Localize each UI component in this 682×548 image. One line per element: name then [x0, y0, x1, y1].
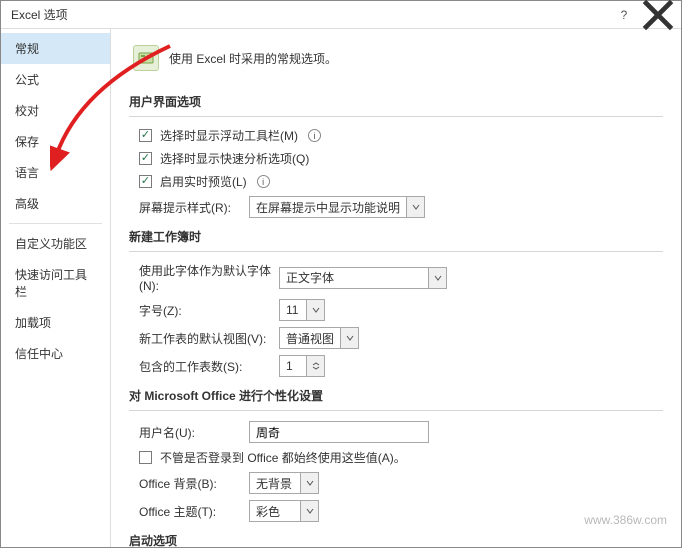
check-quick-analysis-label: 选择时显示快速分析选项(Q)	[160, 150, 309, 167]
check-always-use-label: 不管是否登录到 Office 都始终使用这些值(A)。	[160, 449, 406, 466]
default-view-select[interactable]: 普通视图	[279, 327, 359, 349]
username-row: 用户名(U):	[139, 421, 663, 443]
office-theme-value: 彩色	[250, 503, 300, 520]
check-live-preview-row: 启用实时预览(L) i	[139, 173, 663, 190]
default-font-select[interactable]: 正文字体	[279, 267, 447, 289]
tooltip-style-row: 屏幕提示样式(R): 在屏幕提示中显示功能说明	[139, 196, 663, 218]
options-dialog: Excel 选项 ? 常规 公式 校对 保存 语言 高级 自定义功能区 快速访问…	[0, 0, 682, 548]
sheet-count-value: 1	[280, 359, 306, 373]
sidebar-item-formulas[interactable]: 公式	[1, 64, 110, 95]
section-new-workbook: 新建工作簿时	[129, 224, 663, 249]
font-size-select[interactable]: 11	[279, 299, 325, 321]
check-live-preview[interactable]	[139, 175, 152, 188]
intro-row: 使用 Excel 时采用的常规选项。	[133, 45, 663, 71]
sidebar-item-addins[interactable]: 加载项	[1, 307, 110, 338]
dialog-title: Excel 选项	[11, 6, 607, 23]
default-view-row: 新工作表的默认视图(V): 普通视图	[139, 327, 663, 349]
divider	[129, 410, 663, 411]
info-icon[interactable]: i	[257, 175, 270, 188]
sidebar-item-advanced[interactable]: 高级	[1, 188, 110, 219]
office-theme-select[interactable]: 彩色	[249, 500, 319, 522]
check-mini-toolbar-label: 选择时显示浮动工具栏(M)	[160, 127, 298, 144]
sheet-count-row: 包含的工作表数(S): 1	[139, 355, 663, 377]
check-always-use[interactable]	[139, 451, 152, 464]
office-background-label: Office 背景(B):	[139, 475, 249, 492]
intro-text: 使用 Excel 时采用的常规选项。	[169, 50, 337, 67]
titlebar: Excel 选项 ?	[1, 1, 681, 29]
username-input[interactable]	[249, 421, 429, 443]
username-label: 用户名(U):	[139, 424, 249, 441]
sidebar-divider	[9, 223, 102, 224]
default-view-label: 新工作表的默认视图(V):	[139, 330, 279, 347]
font-size-row: 字号(Z): 11	[139, 299, 663, 321]
sheet-count-spinner[interactable]: 1	[279, 355, 325, 377]
office-theme-label: Office 主题(T):	[139, 503, 249, 520]
sidebar-item-quick-access[interactable]: 快速访问工具栏	[1, 259, 110, 307]
tooltip-style-label: 屏幕提示样式(R):	[139, 199, 249, 216]
close-button[interactable]	[641, 3, 675, 27]
content-panel: 使用 Excel 时采用的常规选项。 用户界面选项 选择时显示浮动工具栏(M) …	[111, 29, 681, 547]
spinner-icon	[306, 356, 324, 376]
sidebar-item-proofing[interactable]: 校对	[1, 95, 110, 126]
check-quick-analysis[interactable]	[139, 152, 152, 165]
default-font-value: 正文字体	[280, 269, 428, 286]
divider	[129, 251, 663, 252]
office-background-row: Office 背景(B): 无背景	[139, 472, 663, 494]
close-icon	[641, 0, 675, 32]
sheet-count-label: 包含的工作表数(S):	[139, 358, 279, 375]
default-font-label: 使用此字体作为默认字体(N):	[139, 262, 279, 293]
sidebar-item-trust-center[interactable]: 信任中心	[1, 338, 110, 369]
chevron-down-icon	[406, 197, 424, 217]
tooltip-style-select[interactable]: 在屏幕提示中显示功能说明	[249, 196, 425, 218]
office-background-value: 无背景	[250, 475, 300, 492]
help-button[interactable]: ?	[607, 3, 641, 27]
dialog-body: 常规 公式 校对 保存 语言 高级 自定义功能区 快速访问工具栏 加载项 信任中…	[1, 29, 681, 547]
default-view-value: 普通视图	[280, 330, 340, 347]
check-mini-toolbar-row: 选择时显示浮动工具栏(M) i	[139, 127, 663, 144]
info-icon[interactable]: i	[308, 129, 321, 142]
sidebar-item-save[interactable]: 保存	[1, 126, 110, 157]
font-size-value: 11	[280, 303, 306, 317]
always-use-row: 不管是否登录到 Office 都始终使用这些值(A)。	[139, 449, 663, 466]
sidebar-item-general[interactable]: 常规	[1, 33, 110, 64]
check-mini-toolbar[interactable]	[139, 129, 152, 142]
general-options-icon	[133, 45, 159, 71]
font-size-label: 字号(Z):	[139, 302, 279, 319]
default-font-row: 使用此字体作为默认字体(N): 正文字体	[139, 262, 663, 293]
section-ui-options: 用户界面选项	[129, 89, 663, 114]
chevron-down-icon	[300, 473, 318, 493]
section-startup: 启动选项	[129, 528, 663, 547]
check-live-preview-label: 启用实时预览(L)	[160, 173, 247, 190]
office-theme-row: Office 主题(T): 彩色	[139, 500, 663, 522]
sidebar-item-language[interactable]: 语言	[1, 157, 110, 188]
check-quick-analysis-row: 选择时显示快速分析选项(Q)	[139, 150, 663, 167]
office-background-select[interactable]: 无背景	[249, 472, 319, 494]
sidebar: 常规 公式 校对 保存 语言 高级 自定义功能区 快速访问工具栏 加载项 信任中…	[1, 29, 111, 547]
divider	[129, 116, 663, 117]
tooltip-style-value: 在屏幕提示中显示功能说明	[250, 199, 406, 216]
chevron-down-icon	[306, 300, 324, 320]
sidebar-item-customize-ribbon[interactable]: 自定义功能区	[1, 228, 110, 259]
chevron-down-icon	[300, 501, 318, 521]
chevron-down-icon	[428, 268, 446, 288]
chevron-down-icon	[340, 328, 358, 348]
section-personalize: 对 Microsoft Office 进行个性化设置	[129, 383, 663, 408]
